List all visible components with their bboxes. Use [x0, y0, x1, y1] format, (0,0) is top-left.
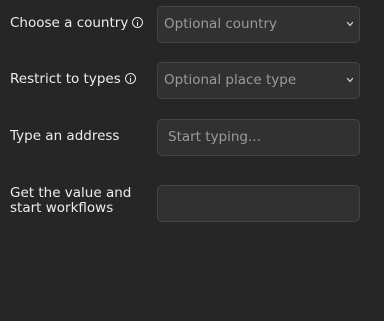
chevron-down-icon — [347, 77, 353, 83]
address-input[interactable]: Start typing... — [157, 119, 360, 156]
info-icon[interactable] — [132, 17, 144, 28]
address-input-placeholder: Start typing... — [168, 129, 261, 145]
info-icon[interactable] — [124, 73, 136, 84]
country-select-placeholder: Optional country — [164, 16, 277, 32]
value-label: Get the value and start workflows — [10, 186, 140, 216]
country-select[interactable]: Optional country — [157, 6, 360, 43]
types-label-text: Restrict to types — [10, 71, 121, 87]
types-select[interactable]: Optional place type — [157, 62, 360, 99]
chevron-down-icon — [347, 21, 353, 27]
value-output-field[interactable] — [157, 185, 360, 222]
value-label-line1: Get the value and — [10, 185, 132, 201]
types-label: Restrict to types — [10, 72, 136, 87]
value-label-line2: start workflows — [10, 200, 114, 216]
country-label: Choose a country — [10, 15, 144, 31]
country-label-text: Choose a country — [10, 15, 129, 31]
address-label: Type an address — [10, 128, 120, 144]
types-select-placeholder: Optional place type — [164, 72, 297, 88]
